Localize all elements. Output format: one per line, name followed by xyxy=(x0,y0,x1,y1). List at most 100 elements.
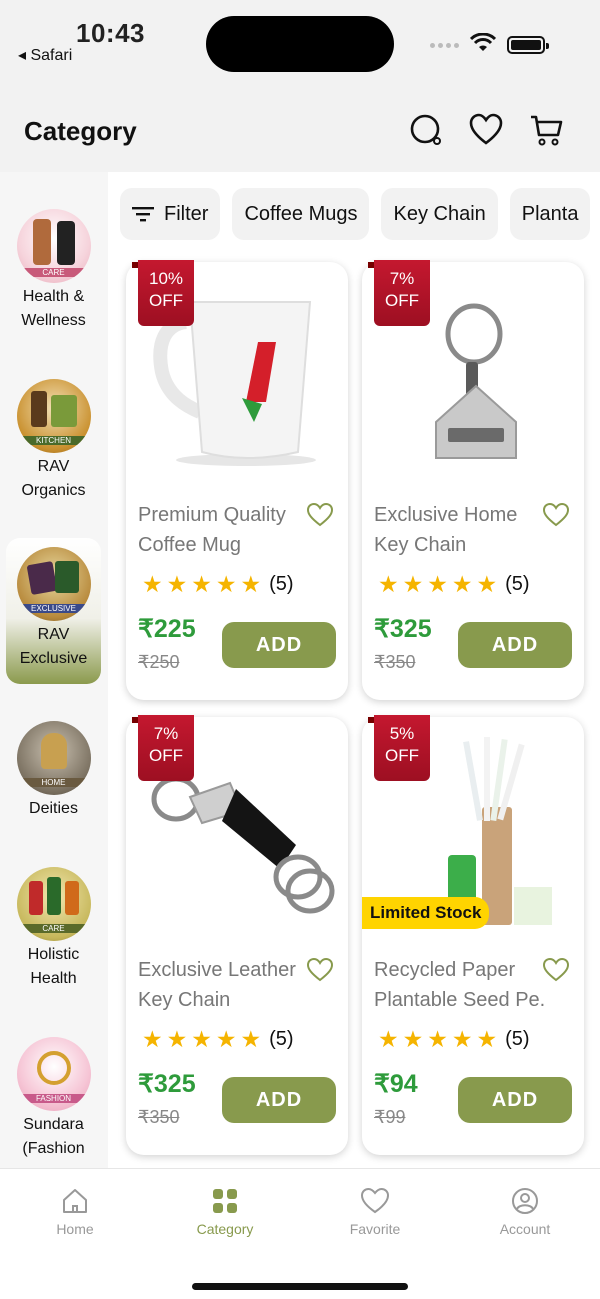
chip-coffee-mugs[interactable]: Coffee Mugs xyxy=(232,188,370,240)
rating-count: (5) xyxy=(505,1027,530,1050)
wishlist-heart-icon[interactable] xyxy=(468,112,504,148)
star-icon: ★ xyxy=(191,571,212,597)
category-image: FASHION xyxy=(16,1037,91,1111)
original-price: ₹99 xyxy=(374,1107,406,1127)
tab-category[interactable]: Category xyxy=(170,1185,280,1237)
product-card[interactable]: 10% OFF Premium Quality Coffee Mug ★ ★ ★ ★ ★ (… xyxy=(126,260,348,700)
tab-home[interactable]: Home xyxy=(20,1185,130,1237)
sidebar-item-rav-organics[interactable]: KITCHEN RAV Organics xyxy=(6,370,101,516)
add-to-cart-button[interactable]: ADD xyxy=(222,622,336,668)
filter-icon xyxy=(132,207,154,222)
star-rating: ★ ★ ★ ★ ★ (5) xyxy=(378,1027,530,1051)
star-rating: ★ ★ ★ ★ ★ (5) xyxy=(142,572,294,596)
product-card[interactable]: 7% OFF Exclusive Leather Key Chain ★ ★ ★ ★ ★ (… xyxy=(126,715,348,1155)
star-icon: ★ xyxy=(166,1026,188,1052)
tab-label: Favorite xyxy=(349,1221,401,1237)
filter-label: Filter xyxy=(164,202,209,225)
wifi-icon xyxy=(470,33,496,51)
filter-button[interactable]: Filter xyxy=(120,188,221,240)
sidebar-item-label: Sundara (Fashion xyxy=(22,1116,85,1157)
price: ₹225 xyxy=(138,615,196,643)
original-price: ₹250 xyxy=(138,652,180,672)
star-icon: ★ xyxy=(142,1026,163,1052)
sidebar-item-holistic-health[interactable]: CARE Holistic Health xyxy=(6,858,101,1004)
dynamic-island xyxy=(206,16,394,72)
star-icon: ★ xyxy=(427,1026,448,1052)
heart-icon[interactable] xyxy=(542,502,570,528)
heart-icon[interactable] xyxy=(306,502,334,528)
star-icon: ★ xyxy=(191,1026,212,1052)
heart-icon[interactable] xyxy=(542,957,570,983)
sidebar-item-rav-exclusive[interactable]: EXCLUSIVE RAV Exclusive xyxy=(6,538,101,684)
search-icon[interactable] xyxy=(408,112,444,148)
star-icon: ★ xyxy=(378,571,399,597)
add-to-cart-button[interactable]: ADD xyxy=(458,1077,572,1123)
category-sidebar: CARE Health & Wellness KITCHEN RAV Organ… xyxy=(0,172,108,1168)
star-icon: ★ xyxy=(215,1026,237,1052)
heart-icon xyxy=(360,1187,390,1214)
clock: 10:43 xyxy=(76,18,145,48)
star-icon: ★ xyxy=(166,571,188,597)
category-image: CARE xyxy=(16,209,91,283)
category-image: CARE xyxy=(16,867,91,941)
grid-icon xyxy=(213,1189,237,1213)
account-icon xyxy=(512,1188,538,1214)
star-icon: ★ xyxy=(215,571,237,597)
tab-label: Category xyxy=(196,1221,254,1237)
sidebar-item-label: RAV Exclusive xyxy=(19,626,88,667)
price: ₹94 xyxy=(374,1070,418,1098)
status-bar: 10:43 ◂ Safari xyxy=(0,0,600,90)
star-icon: ★ xyxy=(240,571,262,597)
star-icon: ★ xyxy=(451,571,473,597)
rating-count: (5) xyxy=(505,572,530,595)
chip-plantable[interactable]: Planta xyxy=(509,188,591,240)
tab-account[interactable]: Account xyxy=(470,1185,580,1237)
tab-label: Account xyxy=(499,1221,551,1237)
discount-badge: 5% OFF xyxy=(368,715,430,781)
star-icon: ★ xyxy=(402,571,424,597)
rating-count: (5) xyxy=(269,1027,294,1050)
product-card[interactable]: 7% OFF Exclusive Home Key Chain ★ ★ ★ ★ ★ (5) … xyxy=(362,260,584,700)
home-indicator[interactable] xyxy=(192,1283,408,1290)
star-icon: ★ xyxy=(402,1026,424,1052)
category-image: HOME xyxy=(16,721,91,795)
original-price: ₹350 xyxy=(374,652,416,672)
category-image: EXCLUSIVE xyxy=(16,547,91,621)
star-rating: ★ ★ ★ ★ ★ (5) xyxy=(142,1027,294,1051)
battery-icon xyxy=(507,36,549,54)
sidebar-item-label: Holistic Health xyxy=(27,946,80,987)
star-icon: ★ xyxy=(142,571,163,597)
sidebar-item-deities[interactable]: HOME Deities xyxy=(6,712,101,858)
sidebar-item-label: RAV Organics xyxy=(21,458,86,499)
star-icon: ★ xyxy=(427,571,448,597)
star-icon: ★ xyxy=(378,1026,399,1052)
star-icon: ★ xyxy=(451,1026,473,1052)
sidebar-item-sundara-fashion[interactable]: FASHION Sundara (Fashion xyxy=(6,1028,101,1168)
back-to-safari[interactable]: ◂ Safari xyxy=(18,45,72,65)
sidebar-item-health-wellness[interactable]: CARE Health & Wellness xyxy=(6,200,101,346)
signal-icon xyxy=(430,43,459,48)
discount-badge: 10% OFF xyxy=(132,260,194,326)
sidebar-item-label: Health & Wellness xyxy=(21,288,86,329)
tab-favorite[interactable]: Favorite xyxy=(320,1185,430,1237)
heart-icon[interactable] xyxy=(306,957,334,983)
tab-label: Home xyxy=(56,1221,94,1237)
app-header: Category xyxy=(0,90,600,172)
product-name: Exclusive Home Key Chain xyxy=(374,504,518,556)
rating-count: (5) xyxy=(269,572,294,595)
star-icon: ★ xyxy=(476,1026,498,1052)
add-to-cart-button[interactable]: ADD xyxy=(458,622,572,668)
chip-key-chain[interactable]: Key Chain xyxy=(381,188,498,240)
discount-badge: 7% OFF xyxy=(132,715,194,781)
product-card[interactable]: 5% OFF Limited Stock Recycled Paper Planta… xyxy=(362,715,584,1155)
star-icon: ★ xyxy=(476,571,498,597)
filter-chip-bar: Filter Coffee Mugs Key Chain Planta xyxy=(120,188,591,240)
product-area: Filter Coffee Mugs Key Chain Planta 10% O… xyxy=(108,172,600,1168)
add-to-cart-button[interactable]: ADD xyxy=(222,1077,336,1123)
original-price: ₹350 xyxy=(138,1107,180,1127)
product-name: Recycled Paper Plantable Seed Pe... xyxy=(374,959,544,1011)
discount-badge: 7% OFF xyxy=(368,260,430,326)
price: ₹325 xyxy=(138,1070,196,1098)
home-icon xyxy=(63,1189,87,1213)
cart-icon[interactable] xyxy=(528,112,564,148)
